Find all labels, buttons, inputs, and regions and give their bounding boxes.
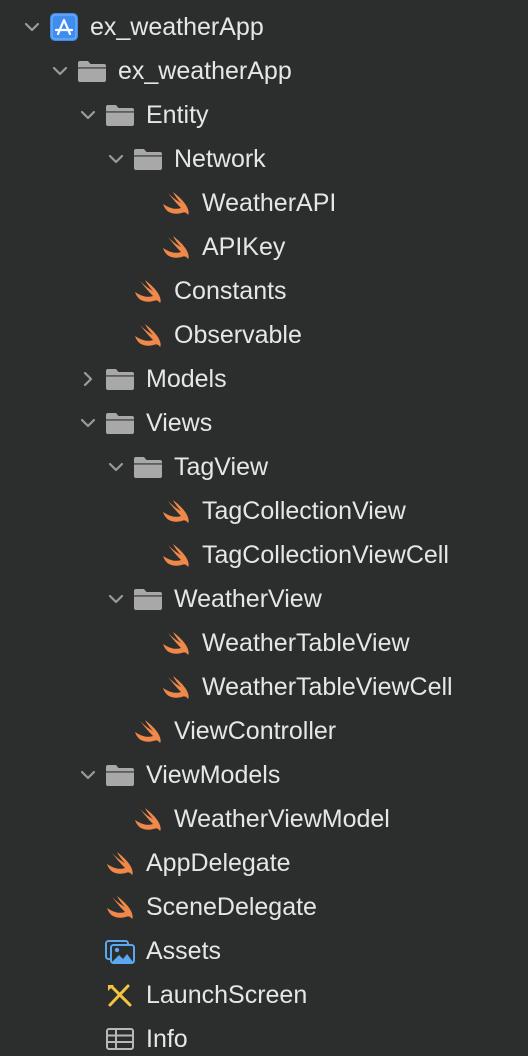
project-navigator: ex_weatherApp ex_weatherApp Entity Netwo… xyxy=(0,0,528,1056)
asset-catalog-icon xyxy=(104,937,136,965)
swift-file-icon xyxy=(160,189,192,217)
xcode-project-icon xyxy=(48,13,80,41)
navigator-item-label: Observable xyxy=(174,321,302,349)
folder-icon xyxy=(132,585,164,613)
folder-icon xyxy=(104,101,136,129)
navigator-item-label: TagCollectionViewCell xyxy=(202,541,449,569)
navigator-item[interactable]: AppDelegate xyxy=(0,841,528,885)
swift-file-icon xyxy=(160,541,192,569)
navigator-item[interactable]: WeatherTableViewCell xyxy=(0,665,528,709)
swift-file-icon xyxy=(132,717,164,745)
navigator-item[interactable]: ViewController xyxy=(0,709,528,753)
navigator-item-label: TagCollectionView xyxy=(202,497,406,525)
chevron-down-icon[interactable] xyxy=(106,149,126,169)
folder-icon xyxy=(76,57,108,85)
navigator-item-label: ex_weatherApp xyxy=(118,57,292,85)
chevron-down-icon[interactable] xyxy=(106,589,126,609)
navigator-item[interactable]: Assets xyxy=(0,929,528,973)
storyboard-icon xyxy=(104,981,136,1009)
navigator-item[interactable]: WeatherAPI xyxy=(0,181,528,225)
swift-file-icon xyxy=(160,629,192,657)
folder-icon xyxy=(104,761,136,789)
swift-file-icon xyxy=(132,321,164,349)
swift-file-icon xyxy=(160,673,192,701)
chevron-down-icon[interactable] xyxy=(78,765,98,785)
navigator-item-label: ViewModels xyxy=(146,761,281,789)
chevron-down-icon[interactable] xyxy=(50,61,70,81)
chevron-down-icon[interactable] xyxy=(78,105,98,125)
navigator-item[interactable]: Constants xyxy=(0,269,528,313)
navigator-item[interactable]: WeatherTableView xyxy=(0,621,528,665)
navigator-item[interactable]: Views xyxy=(0,401,528,445)
navigator-item-label: SceneDelegate xyxy=(146,893,317,921)
navigator-item[interactable]: WeatherView xyxy=(0,577,528,621)
navigator-item[interactable]: Info xyxy=(0,1017,528,1056)
navigator-item[interactable]: TagView xyxy=(0,445,528,489)
navigator-item-label: LaunchScreen xyxy=(146,981,308,1009)
swift-file-icon xyxy=(132,805,164,833)
navigator-item-label: TagView xyxy=(174,453,269,481)
chevron-right-icon[interactable] xyxy=(78,369,98,389)
navigator-item-label: Info xyxy=(146,1025,188,1053)
navigator-item[interactable]: WeatherViewModel xyxy=(0,797,528,841)
plist-icon xyxy=(104,1025,136,1053)
folder-icon xyxy=(104,365,136,393)
navigator-item-label: WeatherViewModel xyxy=(174,805,390,833)
swift-file-icon xyxy=(104,893,136,921)
navigator-item[interactable]: Observable xyxy=(0,313,528,357)
navigator-item-label: APIKey xyxy=(202,233,286,261)
swift-file-icon xyxy=(132,277,164,305)
navigator-item-label: WeatherTableView xyxy=(202,629,410,657)
navigator-item[interactable]: Models xyxy=(0,357,528,401)
chevron-down-icon[interactable] xyxy=(22,17,42,37)
navigator-item[interactable]: Entity xyxy=(0,93,528,137)
navigator-item-label: Network xyxy=(174,145,266,173)
navigator-item[interactable]: APIKey xyxy=(0,225,528,269)
navigator-item-label: Entity xyxy=(146,101,209,129)
folder-icon xyxy=(132,145,164,173)
navigator-item[interactable]: TagCollectionViewCell xyxy=(0,533,528,577)
navigator-item-label: AppDelegate xyxy=(146,849,291,877)
navigator-item[interactable]: ex_weatherApp xyxy=(0,5,528,49)
folder-icon xyxy=(104,409,136,437)
navigator-item[interactable]: ViewModels xyxy=(0,753,528,797)
swift-file-icon xyxy=(104,849,136,877)
swift-file-icon xyxy=(160,497,192,525)
navigator-item-label: Assets xyxy=(146,937,222,965)
navigator-item-label: ViewController xyxy=(174,717,337,745)
navigator-item[interactable]: ex_weatherApp xyxy=(0,49,528,93)
navigator-item[interactable]: TagCollectionView xyxy=(0,489,528,533)
navigator-item-label: Views xyxy=(146,409,213,437)
navigator-item[interactable]: SceneDelegate xyxy=(0,885,528,929)
navigator-item-label: ex_weatherApp xyxy=(90,13,264,41)
chevron-down-icon[interactable] xyxy=(78,413,98,433)
navigator-item-label: Models xyxy=(146,365,227,393)
folder-icon xyxy=(132,453,164,481)
chevron-down-icon[interactable] xyxy=(106,457,126,477)
navigator-item-label: WeatherAPI xyxy=(202,189,337,217)
swift-file-icon xyxy=(160,233,192,261)
navigator-item-label: Constants xyxy=(174,277,287,305)
navigator-item-label: WeatherView xyxy=(174,585,322,613)
navigator-item[interactable]: LaunchScreen xyxy=(0,973,528,1017)
navigator-item[interactable]: Network xyxy=(0,137,528,181)
navigator-item-label: WeatherTableViewCell xyxy=(202,673,453,701)
